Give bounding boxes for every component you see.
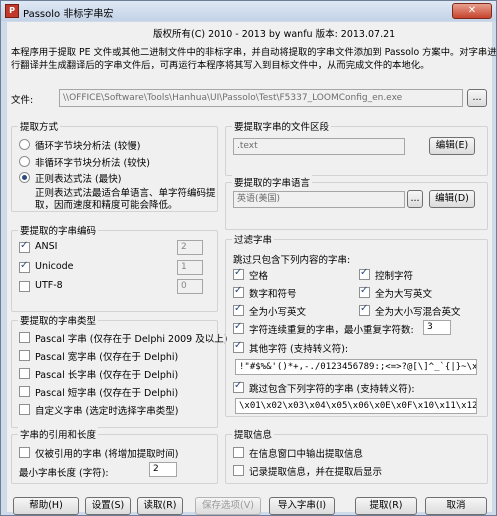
checkbox-skip-chars[interactable] [233, 380, 244, 393]
close-button[interactable]: ✕ [452, 3, 492, 19]
checkbox-digits-symbols-label: 数字和符号 [249, 289, 297, 300]
checkbox-mixed-case[interactable] [359, 303, 370, 316]
checkbox-output-info-label: 在信息窗口中输出提取信息 [249, 449, 364, 460]
file-label: 文件: [11, 95, 34, 106]
checkbox-pascal-wide[interactable] [19, 350, 30, 361]
checkbox-pascal-wide-label: Pascal 宽字串 (仅存在于 Delphi) [35, 352, 179, 363]
radio-non-loop-block[interactable] [19, 156, 30, 167]
checkbox-all-upper-label: 全为大写英文 [375, 289, 433, 300]
file-path-field[interactable]: \\OFFICE\Software\Tools\Hanhua\UI\Passol… [59, 89, 463, 107]
checkbox-mixed-case-label: 全为大小写混合英文 [375, 307, 461, 318]
window-title: Passolo 非标字串宏 [23, 9, 114, 20]
dialog-body: 版权所有(C) 2010 - 2013 by wanfu 版本: 2013.07… [7, 22, 497, 515]
checkbox-unicode-label: Unicode [35, 261, 74, 272]
checkbox-custom-string-label: 自定义字串 (选定时选择字串类型) [35, 406, 179, 417]
unicode-priority-field[interactable]: 1 [177, 260, 203, 275]
save-options-button[interactable]: 保存选项(V) [195, 497, 261, 515]
checkbox-custom-string[interactable] [19, 404, 30, 415]
utf8-priority-field[interactable]: 0 [177, 279, 203, 294]
checkbox-pascal-long[interactable] [19, 368, 30, 379]
ansi-priority-field[interactable]: 2 [177, 240, 203, 255]
description-line-2: 行翻译并生成翻译后的字串文件后，可再运行本程序将其写入到目标文件中，从而完成文件… [11, 60, 430, 71]
checkbox-all-upper[interactable] [359, 285, 370, 298]
checkbox-pascal-string-label: Pascal 字串 (仅存在于 Delphi 2009 及以上) [35, 334, 228, 345]
radio-non-loop-block-label: 非循环字节块分析法 (较快) [35, 158, 150, 169]
checkbox-skip-chars-label: 跳过包含下列字符的字串 (支持转义符): [249, 384, 415, 395]
min-repeat-input[interactable]: 3 [423, 320, 451, 335]
file-section-field[interactable]: .text [233, 138, 405, 155]
checkbox-pascal-string[interactable] [19, 332, 30, 343]
browse-file-button[interactable]: ... [467, 89, 487, 107]
checkbox-utf8[interactable] [19, 281, 30, 292]
language-more-button[interactable]: ... [407, 190, 423, 208]
checkbox-repeat-chars-label: 字符连续重复的字串，最小重复字符数: [249, 325, 414, 336]
filter-subtitle: 跳过只包含下列内容的字串: [233, 255, 351, 266]
checkbox-record-info[interactable] [233, 465, 244, 476]
checkbox-control-chars-label: 控制字符 [375, 271, 414, 282]
checkbox-utf8-label: UTF-8 [35, 280, 63, 291]
cancel-button[interactable]: 取消 [425, 497, 487, 515]
checkbox-pascal-short[interactable] [19, 386, 30, 397]
help-button[interactable]: 帮助(H) [13, 497, 79, 515]
checkbox-repeat-chars[interactable] [233, 321, 244, 334]
checkbox-only-referenced-label: 仅被引用的字串 (将增加提取时间) [35, 449, 179, 460]
checkbox-other-chars-label: 其他字符 (支持转义符): [249, 344, 349, 355]
title-bar: P Passolo 非标字串宏 ✕ [1, 1, 496, 21]
description-line-1: 本程序用于提取 PE 文件或其他二进制文件中的非标字串，并自动将提取的字串文件添… [11, 47, 497, 58]
checkbox-all-lower-label: 全为小写英文 [249, 307, 307, 318]
read-button[interactable]: 读取(R) [137, 497, 183, 515]
regex-note-line-2: 取，因而速度和精度可能会降低。 [35, 200, 178, 211]
other-chars-input[interactable]: !"#$%&'()*+,-./0123456789:;<=>?@[\]^_`{|… [235, 359, 477, 375]
file-section-title: 要提取字串的文件区段 [232, 119, 332, 133]
radio-regex-label: 正则表达式法 (最快) [35, 174, 122, 185]
string-types-title: 要提取的字串类型 [18, 313, 99, 327]
dialog-window: P Passolo 非标字串宏 ✕ 版权所有(C) 2010 - 2013 by… [0, 0, 497, 516]
skip-chars-input[interactable]: \x01\x02\x03\x04\x05\x06\x0E\x0F\x10\x11… [235, 398, 477, 414]
extract-info-title: 提取信息 [232, 427, 275, 441]
checkbox-pascal-short-label: Pascal 短字串 (仅存在于 Delphi) [35, 388, 179, 399]
language-value: 英语(美国) [237, 194, 281, 204]
settings-button[interactable]: 设置(S) [85, 497, 131, 515]
filter-title: 过滤字串 [232, 232, 275, 246]
language-field[interactable]: 英语(美国) [233, 191, 405, 208]
app-icon: P [5, 4, 19, 18]
checkbox-space[interactable] [233, 267, 244, 280]
checkbox-control-chars[interactable] [359, 267, 370, 280]
radio-loop-block[interactable] [19, 139, 30, 150]
extract-method-title: 提取方式 [18, 119, 61, 133]
edit-language-button[interactable]: 编辑(D) [429, 190, 475, 208]
encoding-title: 要提取的字串编码 [18, 223, 99, 237]
min-length-label: 最小字串长度 (字符): [19, 468, 109, 479]
extract-button[interactable]: 提取(R) [355, 497, 417, 515]
checkbox-other-chars[interactable] [233, 340, 244, 353]
checkbox-space-label: 空格 [249, 271, 269, 282]
language-title: 要提取的字串语言 [232, 175, 313, 189]
checkbox-only-referenced[interactable] [19, 447, 30, 458]
import-strings-button[interactable]: 导入字串(I) [269, 497, 335, 515]
checkbox-unicode[interactable] [19, 260, 30, 273]
radio-loop-block-label: 循环字节块分析法 (较慢) [35, 141, 141, 152]
reference-title: 字串的引用和长度 [18, 427, 99, 441]
copyright-text: 版权所有(C) 2010 - 2013 by wanfu 版本: 2013.07… [153, 29, 396, 40]
checkbox-ansi[interactable] [19, 240, 30, 253]
checkbox-all-lower[interactable] [233, 303, 244, 316]
checkbox-digits-symbols[interactable] [233, 285, 244, 298]
checkbox-output-info[interactable] [233, 447, 244, 458]
edit-section-button[interactable]: 编辑(E) [429, 137, 475, 155]
min-length-input[interactable]: 2 [149, 462, 177, 477]
radio-regex[interactable] [19, 172, 30, 183]
checkbox-record-info-label: 记录提取信息，并在提取后显示 [249, 467, 383, 478]
checkbox-ansi-label: ANSI [35, 241, 58, 252]
checkbox-pascal-long-label: Pascal 长字串 (仅存在于 Delphi) [35, 370, 179, 381]
